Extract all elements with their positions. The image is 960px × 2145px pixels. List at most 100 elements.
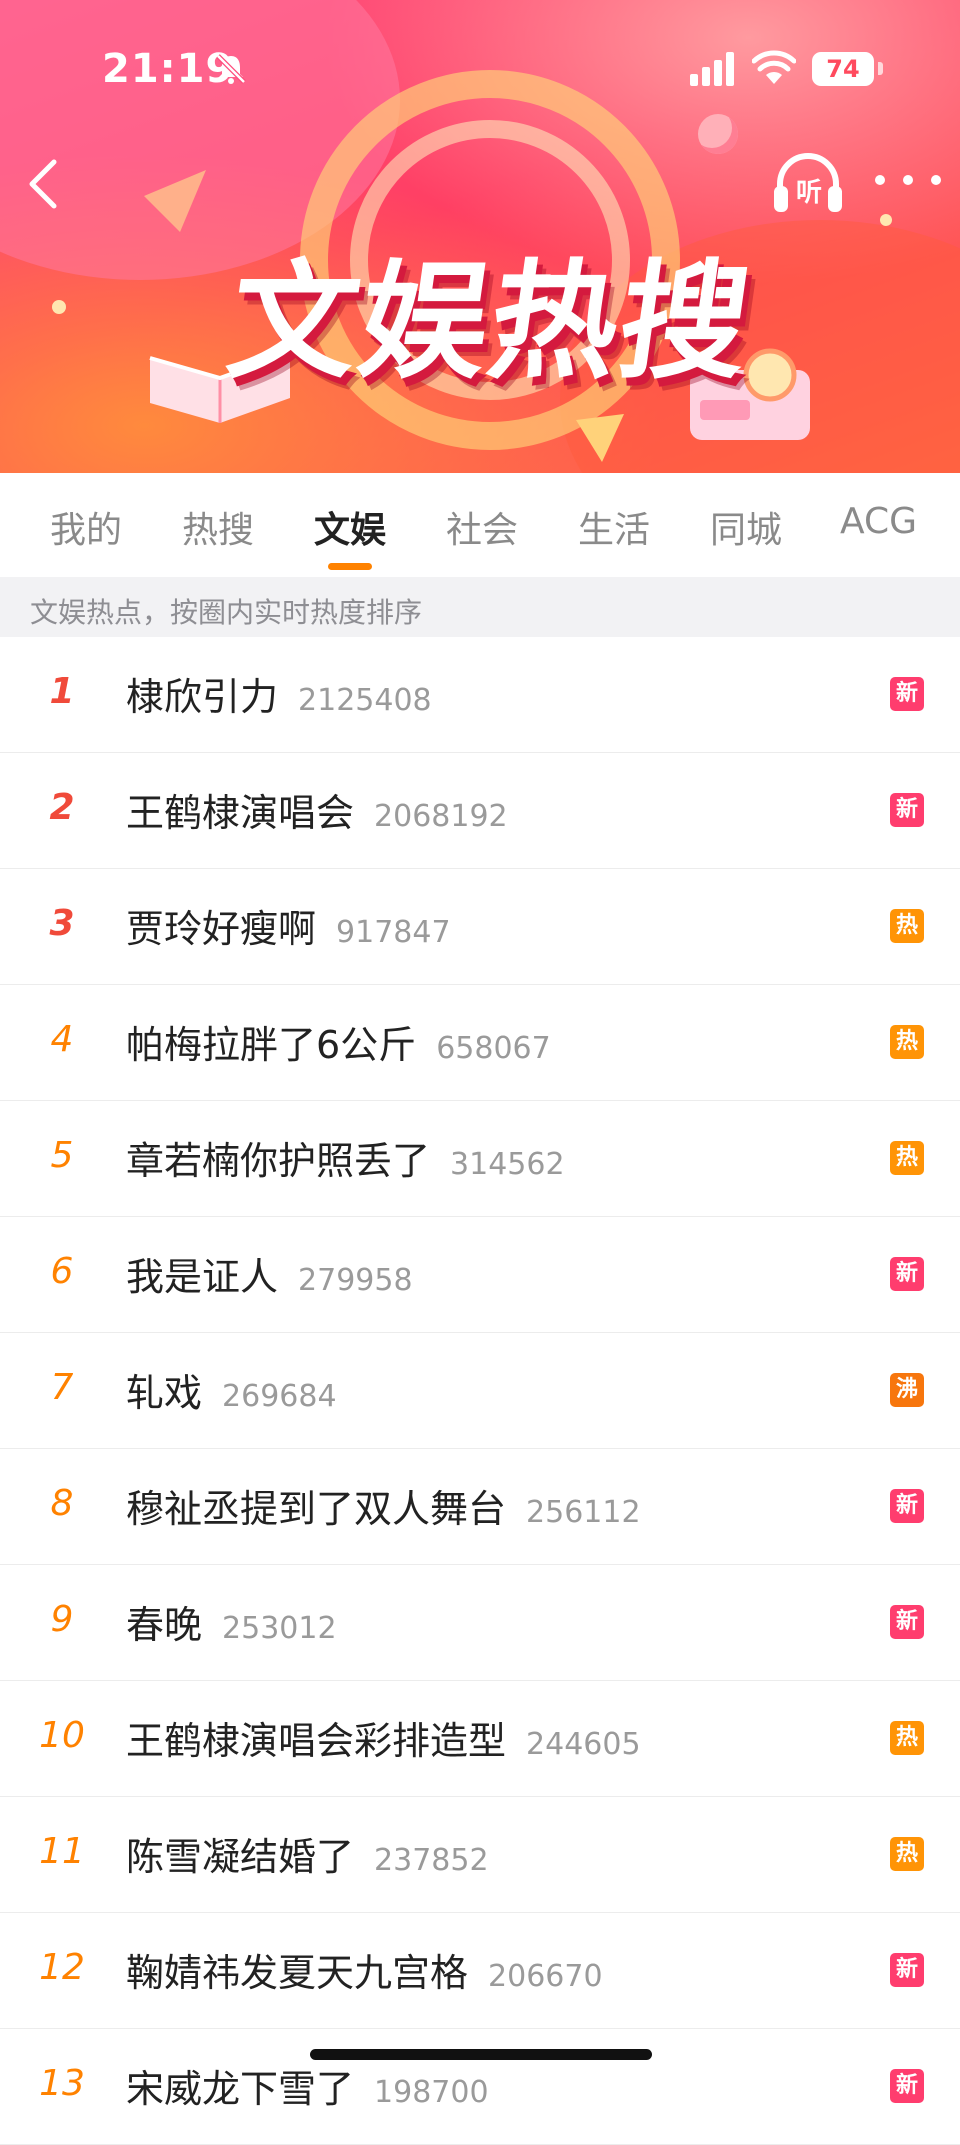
- status-badge: 新: [890, 677, 924, 711]
- list-item[interactable]: 8 穆祉丞提到了双人舞台 256112 新: [0, 1449, 960, 1565]
- rank-number: 1: [49, 671, 75, 712]
- tab-acg[interactable]: ACG: [840, 501, 917, 542]
- list-item[interactable]: 13 宋威龙下雪了 198700 新: [0, 2029, 960, 2145]
- heat-count: 279958: [298, 1263, 413, 1298]
- topic-title-text: 贾玲好瘦啊: [126, 907, 317, 951]
- status-badge: 热: [890, 1141, 924, 1175]
- topic-title-text: 我是证人: [126, 1255, 279, 1299]
- heat-count: 253012: [222, 1611, 337, 1646]
- hot-search-list: 1 棣欣引力 2125408 新 2 王鹤棣演唱会 2068192 新 3 贾玲好瘦啊 917847…: [0, 637, 960, 2145]
- topic-title[interactable]: 我是证人 279958: [126, 1246, 413, 1301]
- list-item[interactable]: 6 我是证人 279958 新: [0, 1217, 960, 1333]
- home-indicator[interactable]: [310, 2049, 652, 2060]
- rank-number: 12: [39, 1947, 85, 1988]
- battery-indicator: 74: [812, 52, 874, 86]
- tab-local[interactable]: 同城: [710, 501, 782, 553]
- topic-title[interactable]: 王鹤棣演唱会彩排造型 244605: [126, 1710, 641, 1765]
- topic-title[interactable]: 贾玲好瘦啊 917847: [126, 898, 451, 953]
- sparkle-icon: [52, 300, 66, 314]
- rank-number: 5: [50, 1135, 74, 1176]
- rank-number: 3: [49, 903, 75, 944]
- topic-title[interactable]: 春晚 253012: [126, 1594, 337, 1649]
- status-badge: 沸: [890, 1373, 924, 1407]
- topic-title-text: 章若楠你护照丢了: [126, 1139, 431, 1183]
- heat-count: 314562: [450, 1147, 565, 1182]
- topic-title-text: 宋威龙下雪了: [126, 2067, 355, 2111]
- wifi-icon: [752, 50, 796, 84]
- rank-number: 8: [50, 1483, 74, 1524]
- status-badge: 热: [890, 909, 924, 943]
- topic-title-text: 王鹤棣演唱会: [126, 791, 355, 835]
- rank-number: 6: [50, 1251, 74, 1292]
- topic-title[interactable]: 陈雪凝结婚了 237852: [126, 1826, 489, 1881]
- bell-muted-icon: [216, 54, 246, 84]
- heat-count: 269684: [222, 1379, 337, 1414]
- battery-tip: [878, 62, 883, 75]
- list-item[interactable]: 4 帕梅拉胖了6公斤 658067 热: [0, 985, 960, 1101]
- header-banner: 21:19 74 听 文娱热搜: [0, 0, 960, 473]
- cellular-signal-icon: [690, 52, 734, 86]
- topic-title[interactable]: 穆祉丞提到了双人舞台 256112: [126, 1478, 641, 1533]
- status-bar: 21:19 74: [0, 0, 960, 140]
- topic-title[interactable]: 宋威龙下雪了 198700: [126, 2058, 489, 2113]
- topic-title[interactable]: 鞠婧祎发夏天九宫格 206670: [126, 1942, 603, 1997]
- topic-title-text: 棣欣引力: [126, 675, 279, 719]
- active-tab-indicator: [328, 563, 372, 570]
- topic-title-text: 王鹤棣演唱会彩排造型: [126, 1719, 507, 1763]
- rank-number: 9: [50, 1599, 74, 1640]
- heat-count: 244605: [526, 1727, 641, 1762]
- rank-number: 11: [39, 1831, 85, 1872]
- topic-title[interactable]: 章若楠你护照丢了 314562: [126, 1130, 565, 1185]
- tab-entertainment[interactable]: 文娱: [314, 501, 386, 553]
- status-badge: 新: [890, 793, 924, 827]
- rank-number: 10: [39, 1715, 85, 1756]
- list-item[interactable]: 11 陈雪凝结婚了 237852 热: [0, 1797, 960, 1913]
- list-item[interactable]: 2 王鹤棣演唱会 2068192 新: [0, 753, 960, 869]
- heat-count: 2125408: [298, 683, 432, 718]
- heat-count: 206670: [488, 1959, 603, 1994]
- sort-hint-text: 文娱热点，按圈内实时热度排序: [30, 596, 423, 629]
- status-badge: 新: [890, 2069, 924, 2103]
- heat-count: 658067: [436, 1031, 551, 1066]
- topic-title-text: 轧戏: [126, 1371, 203, 1415]
- paper-plane-illustration: [576, 414, 624, 462]
- rank-number: 13: [39, 2063, 85, 2104]
- list-item[interactable]: 7 轧戏 269684 沸: [0, 1333, 960, 1449]
- topic-title-text: 春晚: [126, 1603, 203, 1647]
- tab-life[interactable]: 生活: [578, 501, 650, 553]
- rank-number: 2: [49, 787, 75, 828]
- list-item[interactable]: 9 春晚 253012 新: [0, 1565, 960, 1681]
- tab-mine[interactable]: 我的: [50, 501, 122, 553]
- list-item[interactable]: 3 贾玲好瘦啊 917847 热: [0, 869, 960, 985]
- back-arrow-icon[interactable]: [20, 156, 70, 212]
- topic-title-text: 穆祉丞提到了双人舞台: [126, 1487, 507, 1531]
- topic-title[interactable]: 王鹤棣演唱会 2068192: [126, 782, 508, 837]
- heat-count: 198700: [374, 2075, 489, 2110]
- topic-title[interactable]: 轧戏 269684: [126, 1362, 337, 1417]
- heat-count: 917847: [336, 915, 451, 950]
- rank-number: 7: [50, 1367, 74, 1408]
- sort-hint-bar: 文娱热点，按圈内实时热度排序: [0, 577, 960, 637]
- rank-number: 4: [50, 1019, 74, 1060]
- list-item[interactable]: 5 章若楠你护照丢了 314562 热: [0, 1101, 960, 1217]
- heat-count: 256112: [526, 1495, 641, 1530]
- sparkle-icon: [880, 214, 892, 226]
- list-item[interactable]: 10 王鹤棣演唱会彩排造型 244605 热: [0, 1681, 960, 1797]
- tab-society[interactable]: 社会: [446, 501, 518, 553]
- listen-label: 听: [795, 178, 822, 208]
- tab-hot-search[interactable]: 热搜: [182, 501, 254, 553]
- status-badge: 热: [890, 1025, 924, 1059]
- topic-title[interactable]: 帕梅拉胖了6公斤 658067: [126, 1014, 551, 1069]
- list-item[interactable]: 12 鞠婧祎发夏天九宫格 206670 新: [0, 1913, 960, 2029]
- topic-title-text: 鞠婧祎发夏天九宫格: [126, 1951, 469, 1995]
- category-tabs: 我的 热搜 文娱 社会 生活 同城 ACG: [0, 473, 960, 577]
- topic-title[interactable]: 棣欣引力 2125408: [126, 666, 432, 721]
- status-badge: 新: [890, 1257, 924, 1291]
- banner-title: 文娱热搜: [219, 248, 761, 397]
- list-item[interactable]: 1 棣欣引力 2125408 新: [0, 637, 960, 753]
- heat-count: 2068192: [374, 799, 508, 834]
- more-options-icon[interactable]: [868, 160, 948, 200]
- status-badge: 新: [890, 1605, 924, 1639]
- status-badge: 新: [890, 1953, 924, 1987]
- status-badge: 热: [890, 1837, 924, 1871]
